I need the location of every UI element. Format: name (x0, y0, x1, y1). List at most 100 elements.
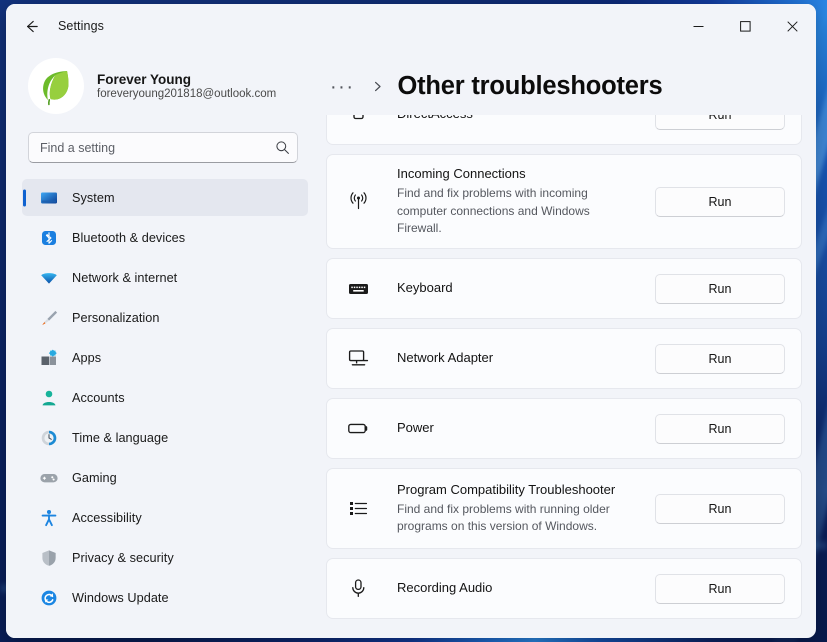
page-title: Other troubleshooters (397, 72, 663, 100)
card-title: Recording Audio (397, 580, 493, 596)
run-button[interactable]: Run (655, 343, 785, 374)
accessibility-icon (40, 509, 58, 527)
sidebar-item-system[interactable]: System (22, 179, 308, 216)
sidebar-item-label: Privacy & security (72, 550, 174, 565)
run-button[interactable]: Run (655, 573, 785, 604)
apps-icon (40, 349, 58, 367)
minimize-button[interactable] (675, 4, 722, 48)
sidebar-nav: System Bluetooth & devices Network & int… (22, 179, 318, 638)
leaf-avatar-icon (43, 71, 69, 106)
profile-text: Forever Young foreveryoung201818@outlook… (97, 72, 276, 100)
sidebar-item-gaming[interactable]: Gaming (22, 459, 308, 496)
profile-name: Forever Young (97, 72, 192, 87)
window-body: Forever Young foreveryoung201818@outlook… (6, 48, 816, 638)
run-button[interactable]: Run (655, 413, 785, 444)
directaccess-icon (345, 115, 371, 125)
content-pane: ··· Other troubleshooters Incoming Conne… (318, 48, 816, 638)
troubleshooter-card-directaccess: DirectAccess Run (326, 115, 802, 145)
wifi-icon (40, 269, 58, 287)
search-input[interactable] (28, 132, 298, 163)
card-title: Program Compatibility Troubleshooter (397, 482, 616, 498)
troubleshooter-card-power: Power Run (326, 398, 802, 459)
sidebar-item-label: Accounts (72, 390, 125, 405)
microphone-icon (345, 577, 371, 600)
back-arrow-icon (26, 20, 38, 32)
profile-email: foreveryoung201818@outlook.com (97, 88, 277, 100)
back-button[interactable] (14, 11, 48, 41)
card-text: Network Adapter (371, 349, 655, 368)
antenna-broadcast-icon (345, 190, 371, 213)
run-button[interactable]: Run (655, 273, 785, 304)
sidebar: Forever Young foreveryoung201818@outlook… (6, 48, 318, 638)
sidebar-item-label: Personalization (72, 310, 160, 325)
card-description: Find and fix problems with running older… (397, 502, 610, 534)
avatar (28, 58, 84, 114)
clock-icon (40, 429, 58, 447)
settings-window: Settings Forever Young foreveryoung20181… (6, 4, 816, 638)
run-button[interactable]: Run (655, 493, 785, 524)
chevron-right-icon (371, 80, 384, 93)
sidebar-item-time-language[interactable]: Time & language (22, 419, 308, 456)
user-profile[interactable]: Forever Young foreveryoung201818@outlook… (22, 48, 318, 130)
card-title: Power (397, 420, 434, 436)
troubleshooter-card-network-adapter: Network Adapter Run (326, 328, 802, 389)
troubleshooter-card-incoming-connections: Incoming Connections Find and fix proble… (326, 154, 802, 249)
card-subtitle: DirectAccess (397, 115, 641, 124)
breadcrumb: ··· Other troubleshooters (318, 48, 802, 115)
card-text: Power (371, 419, 655, 438)
card-title: Network Adapter (397, 350, 494, 366)
desktop-wallpaper: Settings Forever Young foreveryoung20181… (0, 0, 827, 642)
window-controls (675, 4, 816, 48)
run-button[interactable]: Run (655, 115, 785, 130)
card-text: Incoming Connections Find and fix proble… (371, 165, 655, 237)
sidebar-item-label: Network & internet (72, 270, 178, 285)
card-text: DirectAccess (371, 115, 655, 124)
close-icon (787, 20, 798, 32)
window-title: Settings (58, 19, 104, 33)
troubleshooter-card-keyboard: Keyboard Run (326, 258, 802, 319)
card-text: Program Compatibility Troubleshooter Fin… (371, 481, 655, 536)
battery-icon (345, 417, 371, 440)
shield-icon (40, 549, 58, 567)
close-button[interactable] (769, 4, 816, 48)
card-text: Keyboard (371, 279, 655, 298)
sidebar-item-network-internet[interactable]: Network & internet (22, 259, 308, 296)
sidebar-item-windows-update[interactable]: Windows Update (22, 579, 308, 616)
title-bar: Settings (6, 4, 816, 48)
sidebar-item-accounts[interactable]: Accounts (22, 379, 308, 416)
paintbrush-icon (40, 309, 58, 327)
monitor-icon (40, 189, 58, 207)
sidebar-item-label: System (72, 190, 115, 205)
sidebar-item-privacy-security[interactable]: Privacy & security (22, 539, 308, 576)
breadcrumb-overflow-button[interactable]: ··· (326, 75, 358, 99)
troubleshooter-card-program-compatibility: Program Compatibility Troubleshooter Fin… (326, 468, 802, 549)
card-text: Recording Audio (371, 579, 655, 598)
maximize-button[interactable] (722, 4, 769, 48)
troubleshooter-card-recording-audio: Recording Audio Run (326, 558, 802, 619)
sidebar-item-label: Gaming (72, 470, 117, 485)
sidebar-item-label: Windows Update (72, 590, 169, 605)
person-icon (40, 389, 58, 407)
card-title: Keyboard (397, 280, 453, 296)
sidebar-item-bluetooth-devices[interactable]: Bluetooth & devices (22, 219, 308, 256)
list-icon (345, 497, 371, 520)
sidebar-item-label: Time & language (72, 430, 169, 445)
troubleshooters-list[interactable]: DirectAccess Run (318, 115, 802, 638)
bluetooth-icon (40, 229, 58, 247)
network-adapter-icon (345, 347, 371, 370)
sidebar-item-label: Apps (72, 350, 102, 365)
update-refresh-icon (40, 589, 58, 607)
run-button[interactable]: Run (655, 186, 785, 217)
sidebar-item-label: Bluetooth & devices (72, 230, 186, 245)
sidebar-item-label: Accessibility (72, 510, 142, 525)
search-box (28, 132, 298, 163)
card-title: Incoming Connections (397, 166, 526, 182)
card-description: Find and fix problems with incoming comp… (397, 186, 590, 236)
maximize-icon (740, 20, 751, 32)
minimize-icon (693, 25, 704, 27)
gamepad-icon (40, 469, 58, 487)
keyboard-icon (345, 277, 371, 300)
sidebar-item-accessibility[interactable]: Accessibility (22, 499, 308, 536)
sidebar-item-personalization[interactable]: Personalization (22, 299, 308, 336)
sidebar-item-apps[interactable]: Apps (22, 339, 308, 376)
